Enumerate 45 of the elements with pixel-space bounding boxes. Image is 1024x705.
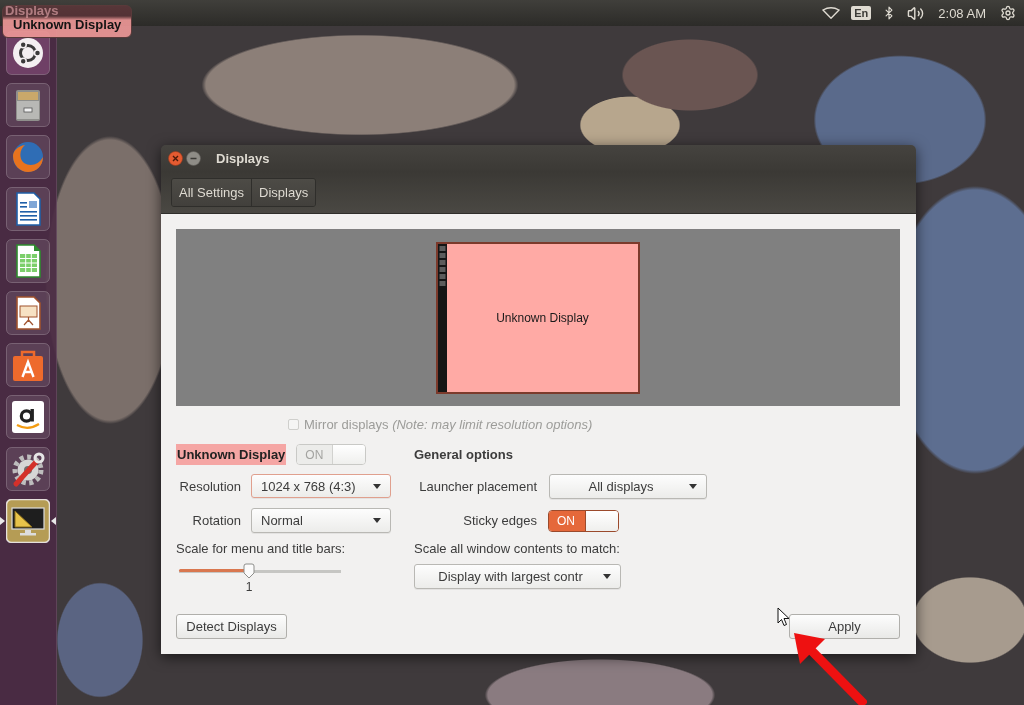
caret-icon [689,483,697,489]
section-heading: General options [414,447,513,462]
shopping-bag-icon[interactable] [6,343,50,387]
volume-icon[interactable] [907,4,925,22]
breadcrumb-button[interactable]: All Settings [172,179,252,206]
smile-logo-icon[interactable] [6,395,50,439]
clock[interactable]: 2:08 AM [938,5,986,21]
detect-displays-button[interactable]: Detect Displays [176,614,287,639]
presentation-icon[interactable] [6,291,50,335]
display-label: Unknown Display [495,310,590,325]
wifi-icon[interactable] [822,7,841,19]
caret-icon [603,574,611,579]
dropdown[interactable]: Normal [251,508,391,533]
apply-button[interactable]: Apply [789,614,900,639]
monitor-preview[interactable]: Unknown Display [436,241,640,394]
spreadsheet-icon[interactable] [6,239,50,283]
dropdown[interactable]: Display with largest contr [414,564,621,589]
breadcrumb-button[interactable]: Displays [251,179,316,206]
minimize-icon[interactable] [186,151,201,166]
field-label: Launcher placement [418,478,537,494]
field-label: Scale for menu and title bars: [176,541,346,556]
dropdown[interactable]: All displays [549,473,707,499]
monitor-icon[interactable] [6,499,50,543]
field-label: Rotation [191,513,241,528]
gear-wrench-icon[interactable] [6,447,50,491]
field-label: Scale all window contents to match: [414,541,620,556]
caret-icon [373,518,381,523]
slider-value: 1 [245,580,253,594]
display-name-label: Unknown Display [176,444,287,465]
globe-icon[interactable] [6,135,50,179]
caret-icon [373,483,381,489]
field-label: Resolution [178,478,241,494]
slider-thumb[interactable] [242,563,255,579]
mirror-label: Mirror displays (Note: may limit resolution options) [304,416,593,432]
keyboard-layout-indicator[interactable]: En [851,6,872,20]
window-title: Displays [216,151,270,166]
document-icon[interactable] [6,187,50,231]
file-cabinet-icon[interactable] [6,83,50,127]
close-icon[interactable] [168,151,183,166]
dropdown[interactable]: 1024 x 768 (4:3) [251,474,391,498]
app-title: Displays [5,2,59,18]
field-label: Sticky edges [462,513,537,528]
sidebar-strip-icon [438,243,447,392]
settings-icon[interactable] [1000,5,1016,21]
mouse-cursor-icon [777,607,790,627]
